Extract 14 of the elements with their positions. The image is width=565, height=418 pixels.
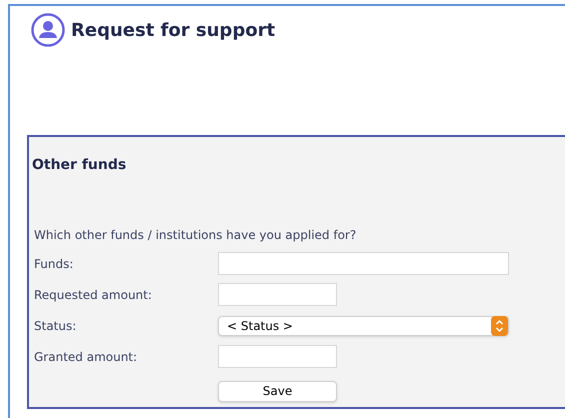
status-dropdown[interactable]: < Status > (218, 316, 509, 336)
field-label: Funds: (34, 256, 74, 272)
field-label: Requested amount: (34, 286, 153, 304)
field-label: Status: (34, 318, 78, 334)
field-label: Granted amount: (34, 348, 138, 366)
text-field[interactable] (218, 345, 337, 368)
question-text: Which other funds / institutions have you applied for? (34, 228, 356, 242)
section-title: Other funds (32, 156, 126, 175)
save-button[interactable]: Save (218, 380, 337, 402)
user-icon (31, 13, 65, 47)
text-field[interactable] (218, 283, 337, 306)
text-field[interactable] (218, 252, 509, 275)
page-title: Request for support (71, 18, 276, 42)
dropdown-arrows-icon (491, 316, 508, 336)
